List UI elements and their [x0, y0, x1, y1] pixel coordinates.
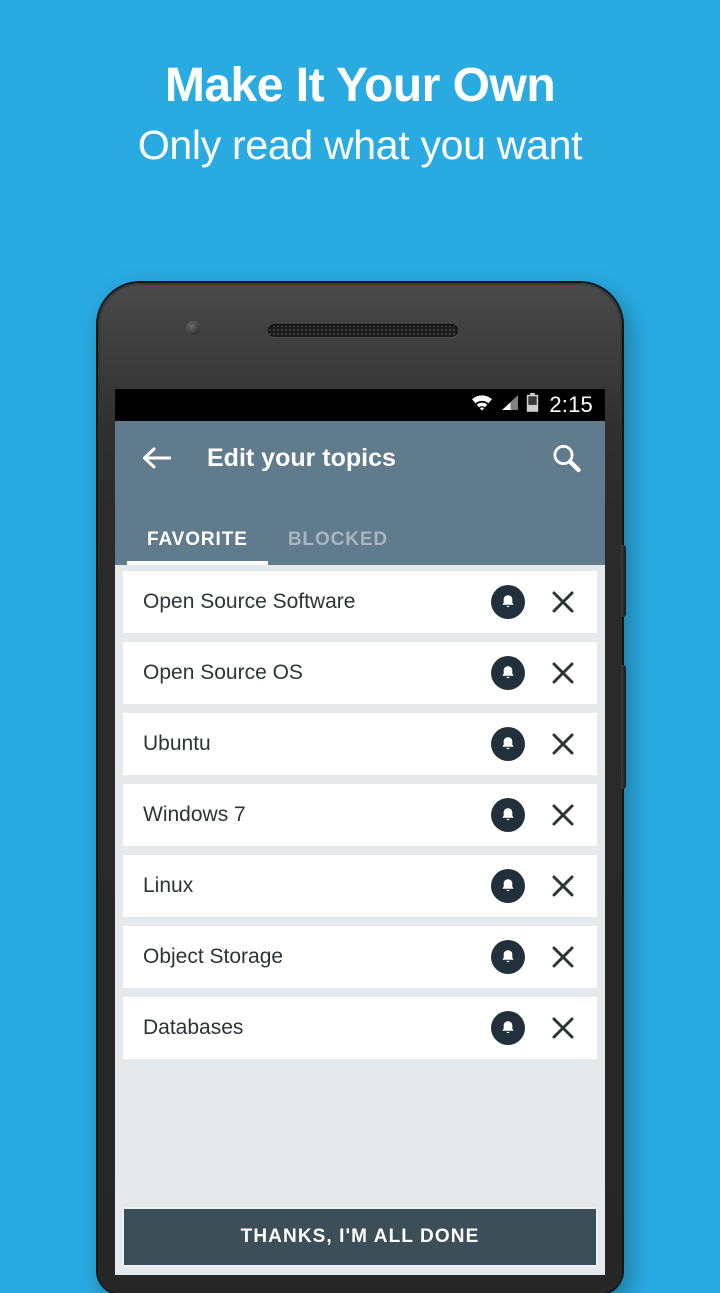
- front-camera-icon: [186, 321, 201, 336]
- topic-name: Databases: [143, 1016, 244, 1039]
- table-row[interactable]: Databases: [123, 997, 597, 1059]
- table-row[interactable]: Linux: [123, 855, 597, 917]
- close-icon[interactable]: [547, 870, 579, 902]
- app-bar-top-row: Edit your topics: [115, 421, 605, 495]
- bell-icon[interactable]: [491, 798, 525, 832]
- phone-device: 2:15 Edit your topics FAVORITE BLOCKED O…: [98, 283, 626, 1293]
- topic-name: Ubuntu: [143, 732, 211, 755]
- promo-title: Make It Your Own: [164, 59, 556, 112]
- power-button[interactable]: [621, 545, 626, 617]
- bell-icon[interactable]: [491, 656, 525, 690]
- status-bar-icons: 2:15: [471, 392, 593, 418]
- close-icon[interactable]: [547, 1012, 579, 1044]
- close-icon[interactable]: [547, 728, 579, 760]
- bell-icon[interactable]: [491, 1011, 525, 1045]
- promo-banner: Make It Your Own Only read what you want: [0, 58, 720, 170]
- topic-list: Open Source Software Open Source OS Ubun…: [115, 565, 605, 1059]
- table-row[interactable]: Object Storage: [123, 926, 597, 988]
- battery-icon: [526, 393, 539, 417]
- back-arrow-icon[interactable]: [139, 441, 173, 475]
- done-button[interactable]: THANKS, I'M ALL DONE: [122, 1207, 598, 1267]
- signal-icon: [500, 394, 519, 416]
- table-row[interactable]: Ubuntu: [123, 713, 597, 775]
- status-bar-clock: 2:15: [549, 392, 593, 417]
- close-icon[interactable]: [547, 799, 579, 831]
- close-icon[interactable]: [547, 657, 579, 689]
- table-row[interactable]: Open Source OS: [123, 642, 597, 704]
- bell-icon[interactable]: [491, 940, 525, 974]
- volume-button[interactable]: [621, 665, 626, 789]
- search-icon[interactable]: [547, 439, 585, 477]
- table-row[interactable]: Windows 7: [123, 784, 597, 846]
- bell-icon[interactable]: [491, 585, 525, 619]
- topic-name: Windows 7: [143, 803, 246, 826]
- app-bar: Edit your topics FAVORITE BLOCKED: [115, 421, 605, 565]
- table-row[interactable]: Open Source Software: [123, 571, 597, 633]
- wifi-icon: [471, 394, 493, 416]
- earpiece-speaker-icon: [268, 324, 458, 337]
- done-button-container: THANKS, I'M ALL DONE: [115, 1201, 605, 1275]
- page-title: Edit your topics: [207, 443, 396, 472]
- close-icon[interactable]: [547, 586, 579, 618]
- bell-icon[interactable]: [491, 869, 525, 903]
- bell-icon[interactable]: [491, 727, 525, 761]
- promo-subtitle: Only read what you want: [137, 122, 583, 169]
- topic-name: Open Source Software: [143, 590, 356, 613]
- tab-favorite[interactable]: FAVORITE: [127, 529, 268, 565]
- topic-name: Linux: [143, 874, 194, 897]
- close-icon[interactable]: [547, 941, 579, 973]
- tab-blocked[interactable]: BLOCKED: [268, 529, 408, 565]
- phone-screen: 2:15 Edit your topics FAVORITE BLOCKED O…: [115, 389, 605, 1275]
- topic-name: Open Source OS: [143, 661, 303, 684]
- status-bar: 2:15: [115, 389, 605, 421]
- tab-blocked-label: BLOCKED: [287, 529, 389, 550]
- tab-favorite-label: FAVORITE: [147, 529, 248, 550]
- topic-name: Object Storage: [143, 945, 284, 968]
- tab-bar: FAVORITE BLOCKED: [115, 495, 605, 565]
